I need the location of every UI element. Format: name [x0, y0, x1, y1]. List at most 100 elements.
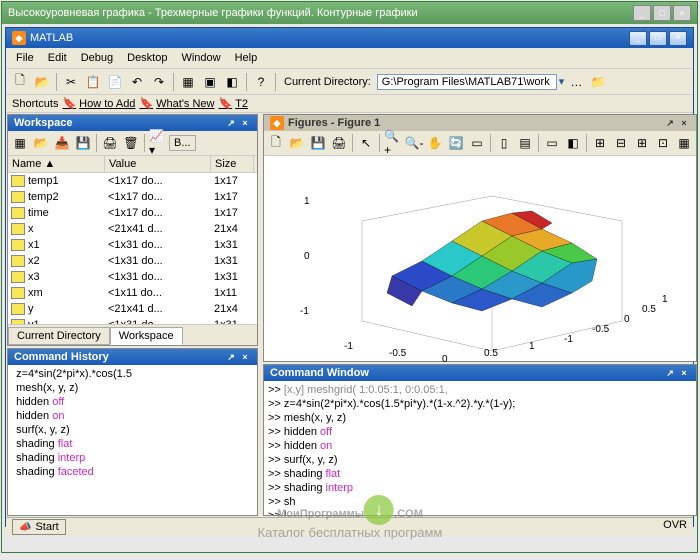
grid5-icon[interactable]: ▦ — [674, 133, 694, 153]
table-row[interactable]: temp2<1x17 do...1x17 — [8, 189, 257, 205]
pan-icon[interactable]: ✋ — [425, 133, 445, 153]
help-icon[interactable]: ? — [251, 72, 271, 92]
fig-new-icon[interactable]: 🗋 — [266, 133, 286, 153]
grid2-icon[interactable]: ⊟ — [611, 133, 631, 153]
shortcut-t2[interactable]: 🔖 T2 — [218, 97, 248, 110]
current-dir-input[interactable] — [377, 74, 557, 90]
matlab-close-button[interactable]: × — [669, 31, 687, 46]
table-row[interactable]: temp1<1x17 do...1x17 — [8, 173, 257, 189]
current-dir-label: Current Directory: — [284, 76, 371, 88]
fig-open-icon[interactable]: 📂 — [287, 133, 307, 153]
cmdwin-close-icon[interactable]: × — [678, 368, 690, 379]
matlab-maximize-button[interactable]: □ — [649, 31, 667, 46]
paste-icon[interactable]: 📄 — [105, 72, 125, 92]
variable-icon — [11, 191, 25, 203]
save-icon[interactable]: 💾 — [73, 133, 93, 153]
col-value[interactable]: Value — [105, 156, 211, 172]
delete-icon[interactable]: 🗑 — [121, 133, 141, 153]
table-row[interactable]: x3<1x31 do...1x31 — [8, 269, 257, 285]
layout2-icon[interactable]: ◧ — [563, 133, 583, 153]
copy-icon[interactable]: 📋 — [83, 72, 103, 92]
variable-icon — [11, 271, 25, 283]
shortcut-whats-new[interactable]: 🔖 What's New — [139, 97, 214, 110]
table-row[interactable]: x1<1x31 do...1x31 — [8, 237, 257, 253]
close-button[interactable]: × — [673, 5, 691, 21]
command-window-panel: Command Window ↗× >> [x,y] meshgrid( 1:0… — [263, 364, 697, 516]
matlab-minimize-button[interactable]: _ — [629, 31, 647, 46]
import-icon[interactable]: 📥 — [52, 133, 72, 153]
fig-save-icon[interactable]: 💾 — [308, 133, 328, 153]
menu-file[interactable]: File — [10, 50, 40, 66]
pointer-icon[interactable]: ↖ — [356, 133, 376, 153]
tab-current-directory[interactable]: Current Directory — [8, 327, 110, 345]
menu-debug[interactable]: Debug — [75, 50, 119, 66]
x-tick-0: 0 — [624, 314, 630, 325]
table-row[interactable]: x<21x41 d...21x4 — [8, 221, 257, 237]
guide-icon[interactable]: ▣ — [200, 72, 220, 92]
cmdwin-undock-icon[interactable]: ↗ — [664, 368, 676, 379]
legend-icon[interactable]: ▤ — [515, 133, 535, 153]
undo-icon[interactable]: ↶ — [127, 72, 147, 92]
menu-edit[interactable]: Edit — [42, 50, 73, 66]
simulink-icon[interactable]: ▦ — [178, 72, 198, 92]
cut-icon[interactable]: ✂ — [61, 72, 81, 92]
new-var-icon[interactable]: ▦ — [10, 133, 30, 153]
figures-panel: ◆Figures - Figure 1 ↗× 🗋 📂 💾 🖨 ↖ 🔍+ 🔍- — [263, 114, 697, 362]
grid1-icon[interactable]: ⊞ — [590, 133, 610, 153]
up-folder-icon[interactable]: 📁 — [588, 72, 608, 92]
figures-undock-icon[interactable]: ↗ — [664, 118, 676, 129]
tab-workspace[interactable]: Workspace — [110, 327, 183, 345]
shortcuts-label: Shortcuts — [12, 98, 58, 110]
redo-icon[interactable]: ↷ — [149, 72, 169, 92]
start-button[interactable]: 📣 Start — [12, 519, 66, 535]
figures-title-text: Figures - Figure 1 — [288, 117, 380, 129]
figures-close-icon[interactable]: × — [678, 118, 690, 129]
menu-window[interactable]: Window — [175, 50, 226, 66]
z-tick-0: 0 — [304, 251, 310, 262]
maximize-button[interactable]: □ — [653, 5, 671, 21]
base-scope-dropdown[interactable]: B... — [169, 135, 196, 151]
datacursor-icon[interactable]: ▭ — [467, 133, 487, 153]
colorbar-icon[interactable]: ▯ — [494, 133, 514, 153]
grid4-icon[interactable]: ⊡ — [653, 133, 673, 153]
current-dir-dropdown-icon[interactable]: ▾ — [559, 75, 565, 88]
layout1-icon[interactable]: ▭ — [542, 133, 562, 153]
shortcut-how-to-add[interactable]: 🔖 How to Add — [62, 97, 135, 110]
print-icon[interactable]: 🖨 — [100, 133, 120, 153]
figure-canvas[interactable]: 1 0 -1 -1 -0.5 0 0.5 1 -1 -0.5 0 0.5 1 — [264, 156, 696, 361]
menu-help[interactable]: Help — [229, 50, 264, 66]
command-window-body[interactable]: >> [x,y] meshgrid( 1:0.05:1, 0:0.05:1,>>… — [264, 381, 696, 515]
col-size[interactable]: Size — [211, 156, 254, 172]
open-file-icon[interactable]: 📂 — [32, 72, 52, 92]
y-tick-05: 0.5 — [484, 348, 498, 359]
profiler-icon[interactable]: ◧ — [222, 72, 242, 92]
plot-dropdown-icon[interactable]: 📈▾ — [148, 133, 168, 153]
table-row[interactable]: y1<1x31 do...1x31 — [8, 317, 257, 324]
zoom-out-icon[interactable]: 🔍- — [404, 133, 424, 153]
y-tick-1: 1 — [529, 341, 535, 352]
table-row[interactable]: x2<1x31 do...1x31 — [8, 253, 257, 269]
new-file-icon[interactable]: 🗋 — [10, 72, 30, 92]
table-row[interactable]: xm<1x11 do...1x11 — [8, 285, 257, 301]
variable-icon — [11, 255, 25, 267]
variable-icon — [11, 207, 25, 219]
command-history-body[interactable]: z=4*sin(2*pi*x).*cos(1.5 mesh(x, y, z) h… — [8, 365, 257, 515]
grid3-icon[interactable]: ⊞ — [632, 133, 652, 153]
workspace-table-header: Name ▲ Value Size — [8, 156, 257, 173]
workspace-undock-icon[interactable]: ↗ — [225, 118, 237, 129]
fig-print-icon[interactable]: 🖨 — [329, 133, 349, 153]
minimize-button[interactable]: _ — [633, 5, 651, 21]
col-name[interactable]: Name ▲ — [8, 156, 105, 172]
variable-icon — [11, 303, 25, 315]
workspace-close-icon[interactable]: × — [239, 118, 251, 129]
table-row[interactable]: time<1x17 do...1x17 — [8, 205, 257, 221]
zoom-in-icon[interactable]: 🔍+ — [383, 133, 403, 153]
open-var-icon[interactable]: 📂 — [31, 133, 51, 153]
browse-folder-icon[interactable]: … — [566, 72, 586, 92]
rotate3d-icon[interactable]: 🔄 — [446, 133, 466, 153]
history-undock-icon[interactable]: ↗ — [225, 352, 237, 363]
x-tick-05: 0.5 — [642, 304, 656, 315]
menu-desktop[interactable]: Desktop — [121, 50, 173, 66]
history-close-icon[interactable]: × — [239, 352, 251, 363]
table-row[interactable]: y<21x41 d...21x4 — [8, 301, 257, 317]
